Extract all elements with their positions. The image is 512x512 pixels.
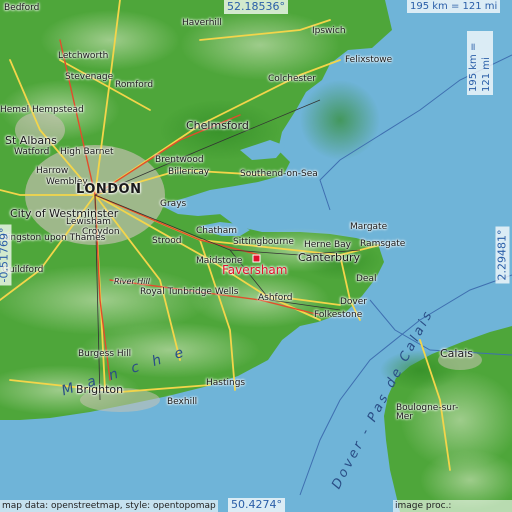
place-label-grays: Grays xyxy=(160,199,187,209)
place-label-calais: Calais xyxy=(440,347,474,360)
place-label-deal: Deal xyxy=(356,274,377,284)
place-label-chelmsford: Chelmsford xyxy=(186,119,249,132)
place-label-hemel-hempstead: Hemel Hempstead xyxy=(0,105,84,115)
place-label-boulogne-sur-mer: Boulogne-sur-Mer xyxy=(396,403,459,422)
place-label-herne-bay: Herne Bay xyxy=(304,240,351,250)
image-processing-credit: image proc.: elevation.city xyxy=(393,500,512,512)
place-label-high-barnet: High Barnet xyxy=(60,147,114,157)
place-label-sittingbourne: Sittingbourne xyxy=(233,237,294,247)
place-label-romford: Romford xyxy=(115,80,154,90)
place-label-ramsgate: Ramsgate xyxy=(360,239,406,249)
vertical-scale: 195 km = 121 mi xyxy=(467,31,493,95)
place-label-billericay: Billericay xyxy=(168,167,210,177)
faversham-marker xyxy=(252,254,261,263)
place-label-kingston: Kingston upon Thames xyxy=(2,233,106,243)
place-label-folkestone: Folkestone xyxy=(314,310,363,320)
west-longitude: -0.51769° xyxy=(0,224,12,286)
place-label-felixstowe: Felixstowe xyxy=(345,55,393,65)
place-label-ashford: Ashford xyxy=(258,293,293,303)
north-latitude: 52.18536° xyxy=(224,0,288,14)
place-label-haverhill: Haverhill xyxy=(182,18,222,28)
map-viewport[interactable]: Bedford Haverhill Ipswich Letchworth Ste… xyxy=(0,0,512,512)
place-label-river-hill: River Hill xyxy=(114,277,150,286)
map-data-credit: map data: openstreetmap, style: opentopo… xyxy=(0,500,218,512)
place-label-strood: Strood xyxy=(152,236,182,246)
place-label-dover: Dover xyxy=(340,297,367,307)
place-label-royal-tunbridge-wells: Royal Tunbridge Wells xyxy=(140,287,239,297)
place-label-brentwood: Brentwood xyxy=(155,155,204,165)
place-label-hastings: Hastings xyxy=(206,378,246,388)
place-label-london: LONDON xyxy=(76,182,142,197)
place-label-st-albans: St Albans xyxy=(5,134,57,147)
east-longitude: 2.29481° xyxy=(495,226,510,284)
place-label-canterbury: Canterbury xyxy=(298,251,360,264)
south-latitude: 50.4274° xyxy=(228,498,285,512)
place-label-margate: Margate xyxy=(350,222,388,232)
place-label-southend-on-sea: Southend-on-Sea xyxy=(240,169,318,179)
place-label-harrow: Harrow xyxy=(36,166,69,176)
highlight-city-label: Faversham xyxy=(222,263,288,277)
place-label-burgess-hill: Burgess Hill xyxy=(78,349,132,359)
place-label-bexhill: Bexhill xyxy=(167,397,198,407)
horizontal-scale: 195 km = 121 mi xyxy=(407,0,501,13)
place-label-colchester: Colchester xyxy=(268,74,316,84)
place-label-stevenage: Stevenage xyxy=(65,72,114,82)
place-label-letchworth: Letchworth xyxy=(58,51,109,61)
place-label-watford: Watford xyxy=(14,147,50,157)
place-label-bedford: Bedford xyxy=(4,3,40,13)
place-label-lewisham: Lewisham xyxy=(66,217,111,227)
place-label-chatham: Chatham xyxy=(196,226,238,236)
place-label-ipswich: Ipswich xyxy=(312,26,346,36)
